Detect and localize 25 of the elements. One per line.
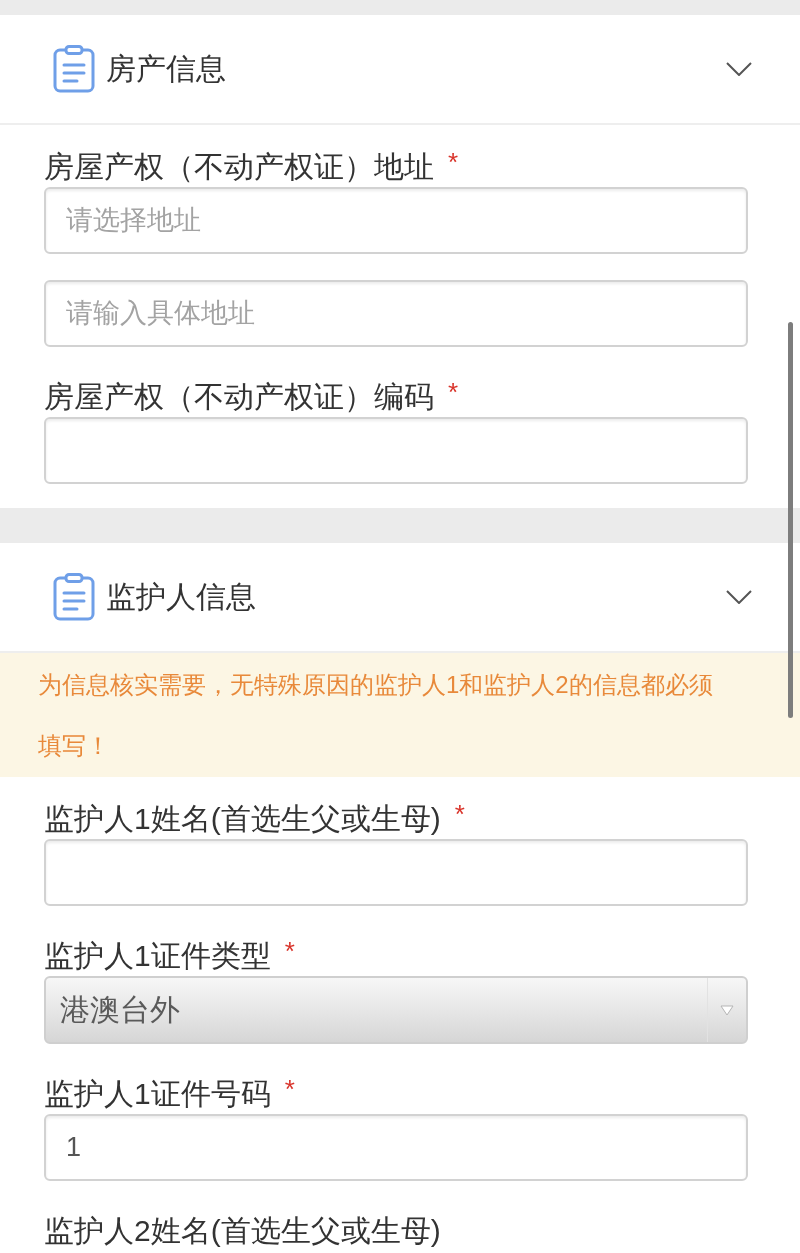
section-title: 监护人信息 <box>106 579 256 615</box>
chevron-down-icon[interactable] <box>726 62 752 76</box>
dropdown-triangle-icon <box>720 1004 734 1016</box>
clipboard-icon <box>53 45 95 93</box>
warning-notice: 为信息核实需要，无特殊原因的监护人1和监护人2的信息都必须填写！ <box>0 653 800 777</box>
field-label: 监护人1证件号码 <box>44 1076 271 1112</box>
input-field[interactable]: 请输入具体地址 <box>44 280 748 347</box>
input-field[interactable] <box>44 839 748 906</box>
required-asterisk: * <box>454 801 465 827</box>
field-label: 房屋产权（不动产权证）编码 <box>44 379 434 415</box>
chevron-down-icon[interactable] <box>726 590 752 604</box>
section-title: 房产信息 <box>106 51 226 87</box>
field-label: 监护人1姓名(首选生父或生母) <box>44 801 441 837</box>
field-label: 房屋产权（不动产权证）地址 <box>44 149 434 185</box>
input-field[interactable] <box>44 417 748 484</box>
required-asterisk: * <box>448 149 459 175</box>
input-field[interactable]: 1 <box>44 1114 748 1181</box>
field-label: 监护人1证件类型 <box>44 938 271 974</box>
required-asterisk: * <box>448 379 459 405</box>
field-label: 监护人2姓名(首选生父或生母) <box>44 1213 441 1249</box>
input-field[interactable]: 请选择地址 <box>44 187 748 254</box>
clipboard-icon <box>53 573 95 621</box>
select-field[interactable]: 港澳台外 <box>44 976 748 1044</box>
required-asterisk: * <box>284 1076 295 1102</box>
required-asterisk: * <box>284 938 295 964</box>
